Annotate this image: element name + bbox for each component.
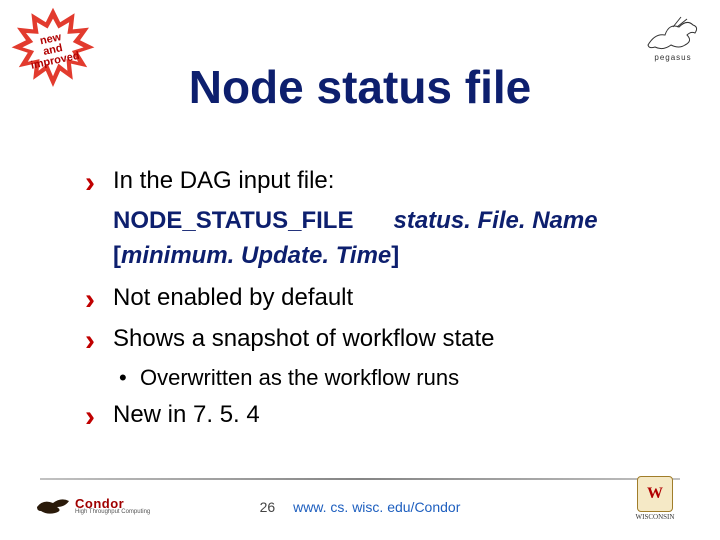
slide: new and improved pegasus Node status fil… (0, 0, 720, 540)
footer-divider (40, 478, 680, 480)
code-arg-2: minimum. Update. Time (121, 242, 391, 269)
wisconsin-crest-icon: W (637, 476, 673, 512)
code-bracket-close: ] (391, 242, 399, 269)
page-number: 26 (260, 499, 276, 515)
code-line-1: NODE_STATUS_FILE status. File. Name (113, 205, 660, 237)
page-title: Node status file (0, 60, 720, 114)
code-arg-1: status. File. Name (393, 207, 597, 234)
code-keyword: NODE_STATUS_FILE (113, 207, 353, 234)
sub-bullet-1: Overwritten as the workflow runs (85, 363, 660, 393)
bullet-2: Not enabled by default (85, 282, 660, 314)
pegasus-logo: pegasus (638, 8, 708, 62)
footer-url: www. cs. wisc. edu/Condor (293, 499, 460, 515)
bullet-1: In the DAG input file: (85, 165, 660, 197)
bullet-3: Shows a snapshot of workflow state (85, 323, 660, 355)
wisconsin-text: WISCONSIN (636, 514, 675, 521)
code-line-2: [minimum. Update. Time] (113, 240, 660, 272)
wisconsin-logo: W WISCONSIN (620, 476, 690, 526)
code-bracket-open: [ (113, 242, 121, 269)
body-content: In the DAG input file: NODE_STATUS_FILE … (85, 165, 660, 439)
pegasus-icon (643, 13, 703, 53)
footer-center: 26 www. cs. wisc. edu/Condor (0, 499, 720, 515)
bullet-4: New in 7. 5. 4 (85, 399, 660, 431)
